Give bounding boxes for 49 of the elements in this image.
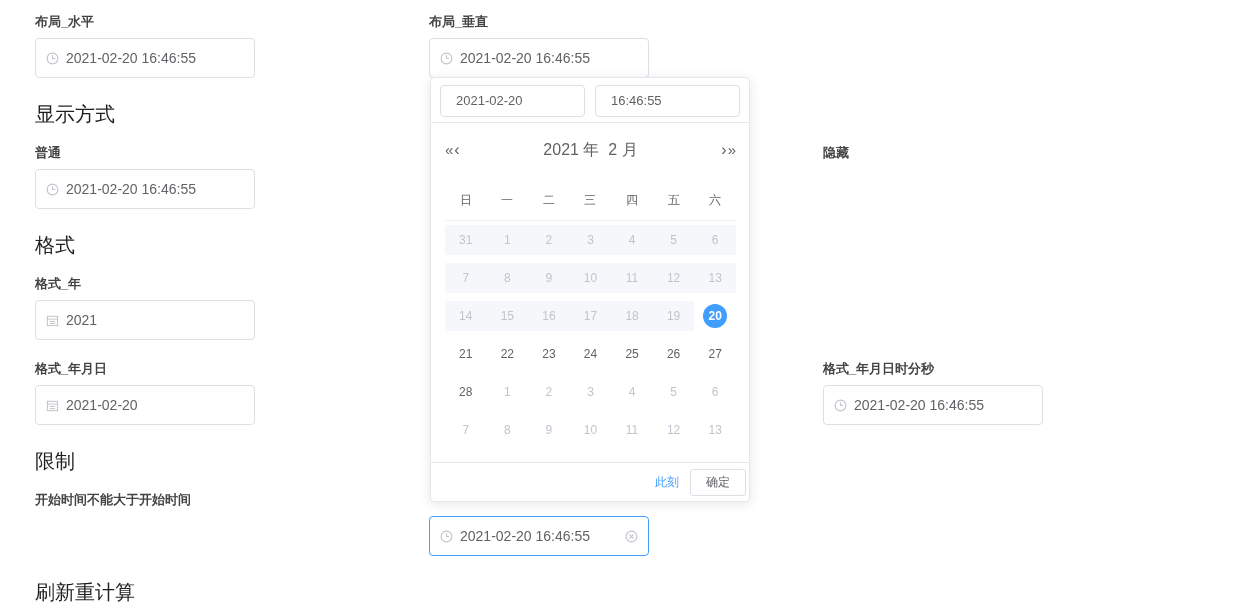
time-input[interactable]: 16:46:55: [595, 85, 740, 117]
prev-month-button[interactable]: ‹: [454, 140, 460, 160]
section-heading: 格式: [35, 233, 75, 258]
section-heading: 限制: [35, 449, 75, 474]
field-label: 格式_年月日: [35, 360, 108, 378]
weekday-label: 四: [626, 192, 639, 209]
date-cell[interactable]: 23: [536, 342, 561, 366]
date-cell[interactable]: 28: [453, 380, 478, 404]
clear-icon[interactable]: [625, 529, 638, 543]
date-cell[interactable]: 21: [453, 342, 478, 366]
field-label: 布局_垂直: [429, 13, 489, 31]
date-field[interactable]: 2021-02-20 16:46:55: [429, 516, 649, 556]
prev-year-button[interactable]: «: [445, 140, 454, 160]
clock-icon: [46, 51, 59, 65]
field-label: 普通: [35, 144, 61, 162]
date-input[interactable]: 2021-02-20: [440, 85, 585, 117]
date-field[interactable]: 2021-02-20 16:46:55: [823, 385, 1043, 425]
weekday-label: 日: [459, 192, 472, 209]
date-field[interactable]: 2021: [35, 300, 255, 340]
clock-icon: [834, 398, 847, 412]
section-heading: 刷新重计算: [35, 580, 135, 605]
field-label: 隐藏: [823, 144, 849, 162]
calendar-icon: [46, 398, 59, 412]
confirm-button[interactable]: 确定: [690, 468, 746, 496]
field-label: 布局_水平: [35, 13, 95, 31]
calendar-title: 2021 年 2 月: [543, 139, 638, 160]
date-cell[interactable]: 25: [620, 342, 645, 366]
clock-icon: [440, 529, 453, 543]
date-cell[interactable]: 24: [578, 342, 603, 366]
weekday-label: 一: [501, 192, 514, 209]
next-year-button[interactable]: »: [727, 140, 736, 160]
date-cell[interactable]: 27: [703, 342, 728, 366]
field-label: 格式_年月日时分秒: [823, 360, 935, 378]
weekday-label: 五: [667, 192, 680, 209]
clock-icon: [440, 51, 453, 65]
weekday-label: 二: [542, 192, 555, 209]
weekday-label: 六: [709, 192, 722, 209]
section-heading: 显示方式: [35, 102, 115, 127]
date-field[interactable]: 2021-02-20 16:46:55: [35, 169, 255, 209]
date-cell[interactable]: 26: [661, 342, 686, 366]
weekday-label: 三: [584, 192, 597, 209]
field-label: 开始时间不能大于开始时间: [35, 491, 191, 509]
date-field[interactable]: 2021-02-20: [35, 385, 255, 425]
date-cell[interactable]: 22: [495, 342, 520, 366]
field-label: 格式_年: [35, 275, 82, 293]
clock-icon: [46, 182, 59, 196]
next-month-button[interactable]: ›: [721, 140, 727, 160]
date-field[interactable]: 2021-02-20 16:46:55: [35, 38, 255, 78]
calendar-icon: [46, 313, 59, 327]
